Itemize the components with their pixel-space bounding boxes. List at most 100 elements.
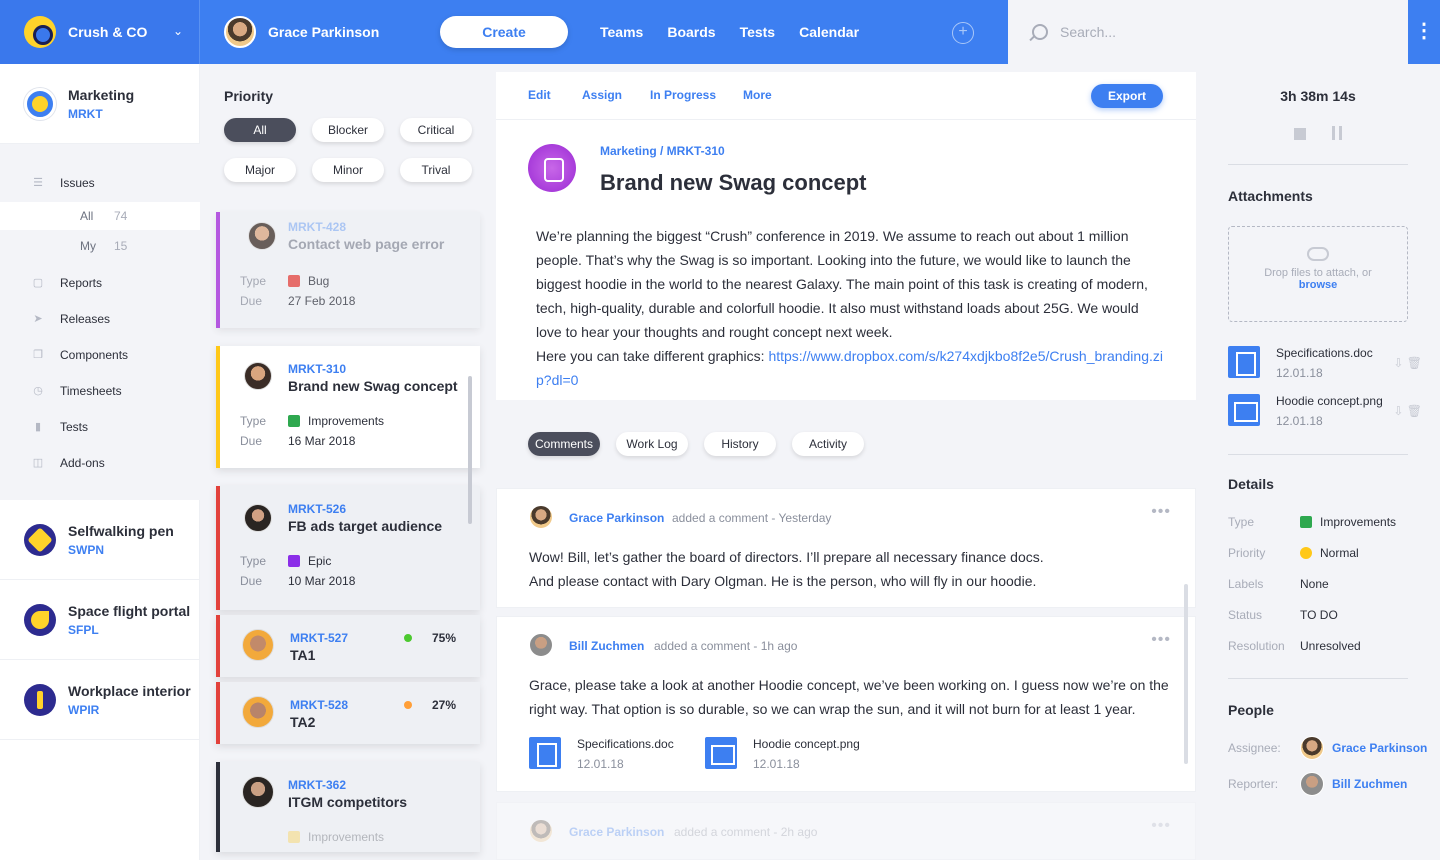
create-button[interactable]: Create [440, 16, 568, 48]
issue-card[interactable]: MRKT-428 Contact web page error Type Bug… [216, 212, 480, 328]
comments-scrollbar[interactable] [1184, 584, 1188, 764]
nav-teams[interactable]: Teams [600, 24, 643, 40]
project-key: MRKT [68, 106, 103, 121]
detail-value: Improvements [1320, 515, 1397, 529]
attachment[interactable]: Hoodie concept.png 12.01.18 [705, 737, 860, 771]
detail-status[interactable]: TO DO [1300, 608, 1338, 622]
user-name: Grace Parkinson [268, 24, 380, 40]
project-selfwalking-pen[interactable]: Selfwalking pen SWPN [0, 500, 200, 580]
issue-card[interactable]: MRKT-528 TA2 27% [216, 682, 480, 744]
search-input[interactable] [1060, 24, 1360, 40]
more-icon[interactable]: ••• [1151, 631, 1171, 649]
detail-resolution[interactable]: Unresolved [1300, 639, 1361, 653]
download-delete-icons[interactable]: ⇩ 🗑 [1393, 356, 1422, 370]
issue-card[interactable]: MRKT-527 TA1 75% [216, 615, 480, 677]
more-button[interactable]: More [743, 88, 772, 102]
project-space-flight-portal[interactable]: Space flight portal SFPL [0, 580, 200, 660]
person-name: Grace Parkinson [1332, 741, 1428, 755]
issue-card-selected[interactable]: MRKT-310 Brand new Swag concept Type Imp… [216, 346, 480, 468]
divider [1228, 678, 1408, 679]
filter-blocker[interactable]: Blocker [312, 118, 384, 142]
avatar [1300, 772, 1324, 796]
current-user[interactable]: Grace Parkinson [224, 16, 379, 48]
comment-author[interactable]: Grace Parkinson [569, 511, 664, 525]
comment-author[interactable]: Grace Parkinson [569, 825, 664, 839]
filter-major[interactable]: Major [224, 158, 296, 182]
description-text: We’re planning the biggest “Crush” confe… [536, 228, 1148, 340]
top-bar: Crush & CO ⌄ Grace Parkinson Create Team… [0, 0, 1440, 64]
filter-critical[interactable]: Critical [400, 118, 472, 142]
tab-activity[interactable]: Activity [792, 432, 864, 456]
more-icon[interactable]: ••• [1151, 817, 1171, 835]
in-progress-button[interactable]: In Progress [650, 88, 716, 102]
menu-reports[interactable]: ▢ Reports [32, 276, 102, 290]
browse-link[interactable]: browse [1229, 279, 1407, 291]
stop-icon[interactable] [1294, 128, 1306, 140]
progress: 75% [403, 631, 456, 645]
file-date: 12.01.18 [577, 757, 624, 771]
nav-boards[interactable]: Boards [667, 24, 715, 40]
download-delete-icons[interactable]: ⇩ 🗑 [1393, 404, 1422, 418]
menu-tests[interactable]: ▮ Tests [32, 420, 88, 434]
comment-author[interactable]: Bill Zuchmen [569, 639, 644, 653]
issue-description: We’re planning the biggest “Crush” confe… [536, 224, 1166, 392]
status-dot [403, 701, 412, 709]
attachment[interactable]: Hoodie concept.png 12.01.18 [1228, 394, 1383, 428]
project-key: SFPL [68, 622, 99, 637]
export-button[interactable]: Export [1091, 84, 1163, 108]
issues-my[interactable]: My 15 [0, 232, 200, 260]
sub-count: 74 [114, 209, 128, 223]
assignee[interactable]: Grace Parkinson [1300, 736, 1427, 760]
project-key: SWPN [68, 542, 104, 557]
issue-card[interactable]: MRKT-526 FB ads target audience Type Epi… [216, 486, 480, 610]
list-scrollbar[interactable] [468, 376, 472, 524]
due-date: 27 Feb 2018 [288, 294, 356, 308]
filter-trival[interactable]: Trival [400, 158, 472, 182]
nav-calendar[interactable]: Calendar [799, 24, 859, 40]
comment: Grace Parkinson added a comment - Yester… [496, 488, 1196, 608]
issue-title: Contact web page error [288, 236, 445, 252]
more-icon[interactable]: ••• [1151, 503, 1171, 521]
tab-work-log[interactable]: Work Log [616, 432, 688, 456]
assign-button[interactable]: Assign [582, 88, 622, 102]
document-icon [529, 737, 561, 769]
nav-tests[interactable]: Tests [740, 24, 776, 40]
attachment[interactable]: Specifications.doc 12.01.18 [529, 737, 674, 771]
filter-all[interactable]: All [224, 118, 296, 142]
chevron-down-icon[interactable]: ⌄ [173, 24, 183, 38]
priority-dot [1300, 547, 1312, 559]
menu-releases[interactable]: ➤ Releases [32, 312, 110, 326]
right-panel: 3h 38m 14s Attachments Drop files to att… [1196, 64, 1440, 860]
filter-minor[interactable]: Minor [312, 158, 384, 182]
pause-icon[interactable] [1332, 126, 1342, 140]
edit-button[interactable]: Edit [528, 88, 551, 102]
attachment[interactable]: Specifications.doc 12.01.18 [1228, 346, 1373, 380]
issue-key: MRKT-310 [288, 362, 347, 376]
detail-labels[interactable]: None [1300, 577, 1329, 591]
file-name: Hoodie concept.png [753, 737, 860, 751]
detail-label: Priority [1228, 546, 1266, 560]
org-switcher[interactable]: Crush & CO ⌄ [0, 0, 200, 64]
menu-timesheets[interactable]: ◷ Timesheets [32, 384, 121, 398]
menu-addons[interactable]: ◫ Add-ons [32, 456, 105, 470]
type-label: Type [240, 414, 267, 428]
reporter[interactable]: Bill Zuchmen [1300, 772, 1407, 796]
project-workplace-interior[interactable]: Workplace interior WPIR [0, 660, 200, 740]
issues-all[interactable]: All 74 [0, 202, 200, 230]
avatar [224, 16, 256, 48]
project-marketing[interactable]: Marketing MRKT [0, 64, 200, 144]
divider [1228, 164, 1408, 165]
kebab-menu-icon[interactable]: ⋮ [1408, 0, 1440, 64]
breadcrumb[interactable]: Marketing / MRKT-310 [600, 144, 725, 158]
comment-line: And please contact with Dary Olgman. He … [529, 573, 1037, 589]
menu-components[interactable]: ❐ Components [32, 348, 128, 362]
tab-comments[interactable]: Comments [528, 432, 600, 456]
menu-issues[interactable]: ☰ Issues [32, 176, 95, 190]
add-icon[interactable]: + [952, 22, 974, 44]
tab-history[interactable]: History [704, 432, 776, 456]
rocket-icon: ➤ [33, 313, 43, 325]
sub-count: 15 [114, 239, 128, 253]
issue-card[interactable]: MRKT-362 ITGM competitors Improvements [216, 762, 480, 852]
drop-zone[interactable]: Drop files to attach, or browse [1228, 226, 1408, 322]
list-icon: ☰ [33, 177, 43, 189]
